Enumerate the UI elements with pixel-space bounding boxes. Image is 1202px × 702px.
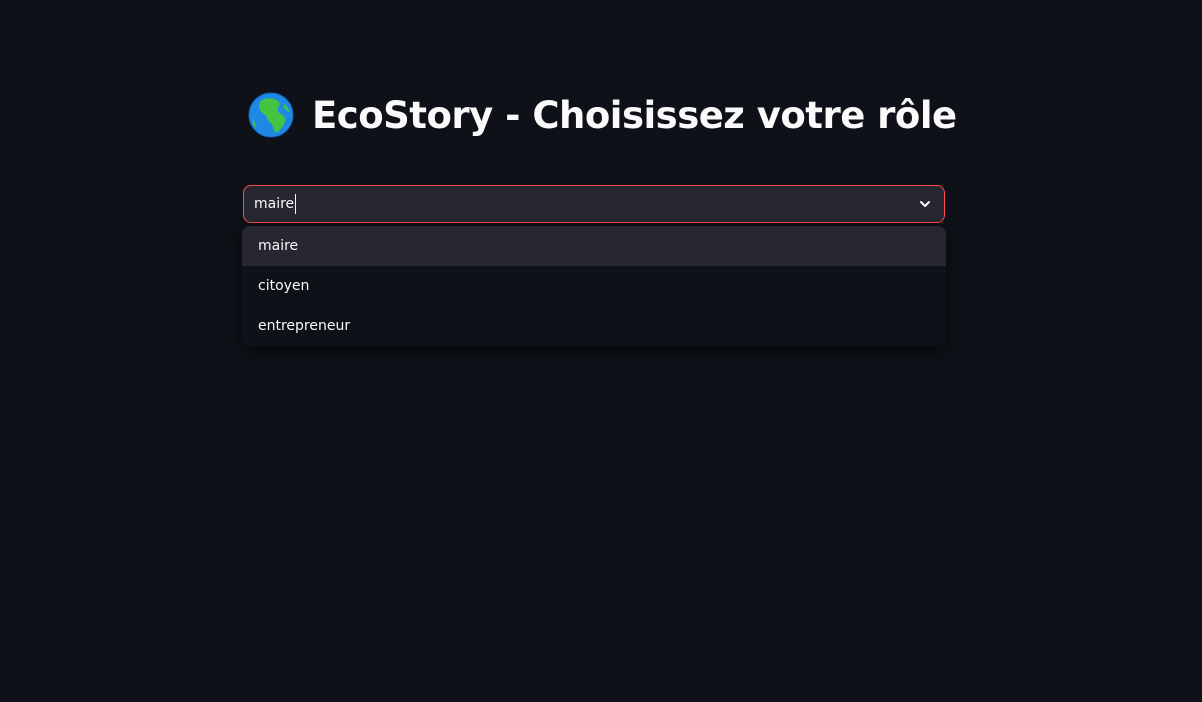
page-title: EcoStory - Choisissez votre rôle xyxy=(312,93,957,137)
option-label: citoyen xyxy=(258,278,310,294)
role-option-citoyen[interactable]: citoyen xyxy=(242,266,946,306)
role-select-input[interactable]: maire xyxy=(254,194,297,214)
text-cursor xyxy=(295,194,297,214)
option-label: entrepreneur xyxy=(258,318,351,334)
role-option-maire[interactable]: maire xyxy=(242,226,946,266)
app-page: EcoStory - Choisissez votre rôle maire m… xyxy=(0,0,1202,702)
chevron-down-icon[interactable] xyxy=(918,197,932,211)
page-header: EcoStory - Choisissez votre rôle xyxy=(248,88,957,142)
role-dropdown-menu: maire citoyen entrepreneur xyxy=(242,226,946,346)
option-label: maire xyxy=(258,238,299,254)
role-select-value: maire xyxy=(254,196,295,212)
globe-africa-icon xyxy=(248,92,294,138)
role-select[interactable]: maire xyxy=(243,185,945,223)
role-option-entrepreneur[interactable]: entrepreneur xyxy=(242,306,946,346)
